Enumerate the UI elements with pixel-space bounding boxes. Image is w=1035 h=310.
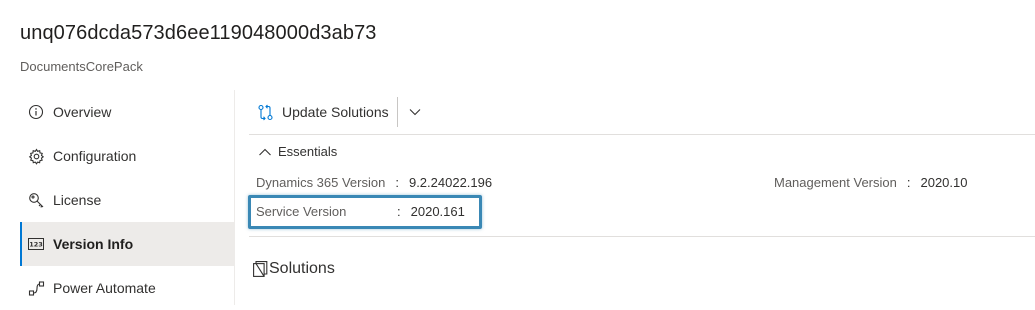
sidebar-item-label: Power Automate <box>53 280 156 296</box>
sidebar-item-overview[interactable]: Overview <box>20 90 234 134</box>
sidebar-item-label: Version Info <box>53 236 134 252</box>
command-bar: Update Solutions <box>257 97 426 127</box>
sidebar-item-label: License <box>53 192 102 208</box>
sidebar-item-label: Overview <box>53 104 112 120</box>
sidebar-item-configuration[interactable]: Configuration <box>20 134 234 178</box>
property-value: 2020.10 <box>920 175 968 190</box>
chevron-down-icon[interactable] <box>404 101 426 123</box>
dynamics-version-row: Dynamics 365 Version : 9.2.24022.196 <box>256 175 492 190</box>
essentials-separator <box>249 236 1035 237</box>
flow-icon <box>27 279 45 297</box>
toolbar-divider <box>396 97 398 127</box>
sync-icon <box>257 104 274 121</box>
solutions-label: Solutions <box>269 260 335 277</box>
property-colon: : <box>395 175 399 190</box>
property-colon: : <box>906 175 911 190</box>
sidebar-divider <box>234 90 235 305</box>
gear-icon <box>27 147 45 165</box>
sidebar-item-label: Configuration <box>53 148 137 164</box>
service-version-highlight <box>248 195 482 229</box>
essentials-label: Essentials <box>278 144 338 159</box>
key-icon <box>27 191 45 209</box>
solutions-icon <box>253 261 268 277</box>
sidebar-item-power-automate[interactable]: Power Automate <box>20 266 234 310</box>
essentials-toggle[interactable]: Essentials <box>258 144 337 159</box>
sidebar: Overview Configuration License 123 Versi… <box>20 90 234 310</box>
info-icon <box>27 103 45 121</box>
management-version-row: Management Version : 2020.10 <box>774 175 967 190</box>
page-subtitle: DocumentsCorePack <box>20 59 143 74</box>
svg-text:123: 123 <box>29 241 43 249</box>
toolbar-separator <box>249 134 1035 135</box>
sidebar-item-license[interactable]: License <box>20 178 234 222</box>
version-number-icon: 123 <box>27 235 45 253</box>
chevron-up-icon <box>258 147 272 157</box>
property-key: Management Version <box>774 175 897 190</box>
update-solutions-label: Update Solutions <box>282 104 389 120</box>
property-key: Dynamics 365 Version <box>256 175 386 190</box>
page-title: unq076dcda573d6ee119048000d3ab73 <box>20 22 377 44</box>
update-solutions-button[interactable]: Update Solutions <box>257 104 389 121</box>
sidebar-item-version-info[interactable]: 123 Version Info <box>20 222 234 266</box>
solutions-heading: Solutions <box>253 260 335 278</box>
property-value: 9.2.24022.196 <box>408 175 493 190</box>
